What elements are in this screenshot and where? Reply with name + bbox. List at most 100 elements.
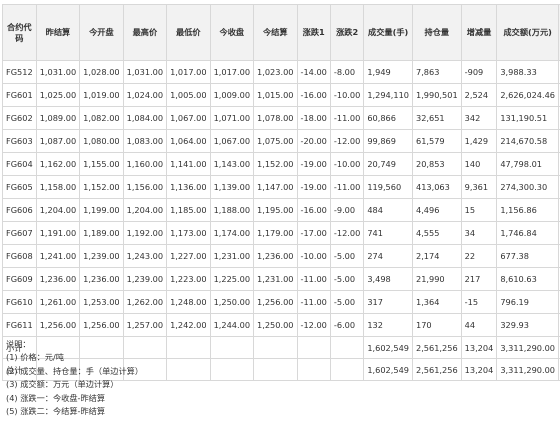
table-cell: 131,190.51 [496, 106, 560, 130]
table-cell: 1,017.00 [209, 60, 255, 84]
table-cell: 4,496 [411, 198, 462, 222]
table-cell [296, 358, 331, 381]
table-cell: 2,174 [411, 244, 462, 268]
table-cell: 1,256.00 [253, 290, 298, 314]
column-header: 成交量(手) [363, 4, 413, 61]
note-line: (3) 成交额：万元（单边计算） [6, 379, 119, 390]
table-cell: 1,429 [460, 129, 498, 153]
column-header: 合约代码 [2, 4, 37, 61]
table-cell: -10.00 [296, 244, 331, 268]
table-cell: 170 [411, 313, 462, 337]
table-cell [296, 336, 331, 359]
table-cell: 1,250.00 [209, 290, 255, 314]
table-cell: 1,147.00 [253, 175, 298, 199]
table-body: FG512 1,031.00 1,028.00 1,031.00 1,017.00 1,0… [2, 60, 560, 381]
table-cell: -12.00 [329, 129, 365, 153]
table-cell: 21,990 [411, 267, 462, 291]
table-cell: 677.38 [496, 244, 560, 268]
table-cell [209, 336, 255, 359]
table-cell: -19.00 [296, 175, 331, 199]
table-cell: 3,311,290.00 [496, 358, 560, 381]
table-cell: 1,256.00 [35, 313, 81, 337]
table-cell: 119,560 [363, 175, 413, 199]
table-cell: FG606 [2, 198, 37, 222]
table-cell: 1,239.00 [122, 267, 168, 291]
table-cell: -11.00 [329, 175, 365, 199]
table-cell: 342 [460, 106, 498, 130]
column-header: 增减量 [460, 4, 498, 61]
table-cell: FG604 [2, 152, 37, 176]
table-cell: 2,626,024.46 [496, 83, 560, 107]
table-cell: 1,143.00 [209, 152, 255, 176]
table-cell: 3,988.33 [496, 60, 560, 84]
table-cell: -9.00 [329, 198, 365, 222]
table-cell: 1,191.00 [35, 221, 81, 245]
table-cell: 1,031.00 [35, 60, 81, 84]
table-cell [166, 358, 211, 381]
column-header: 最高价 [122, 4, 168, 61]
table-cell: 22 [460, 244, 498, 268]
table-row: FG607 1,191.00 1,189.00 1,192.00 1,173.00 1,1… [2, 221, 560, 245]
note-line: (1) 价格：元/吨 [6, 352, 64, 363]
table-cell: -20.00 [296, 129, 331, 153]
table-cell: FG603 [2, 129, 37, 153]
table-cell: 20,853 [411, 152, 462, 176]
table-cell: 1,244.00 [209, 313, 255, 337]
notes-title: 说明： [6, 339, 31, 349]
table-cell: 9,361 [460, 175, 498, 199]
table-cell: -19.00 [296, 152, 331, 176]
table-cell: 1,241.00 [35, 244, 81, 268]
table-cell: 329.93 [496, 313, 560, 337]
table-cell: 1,294,110 [363, 83, 413, 107]
table-cell: 1,071.00 [209, 106, 255, 130]
table-cell: 32,651 [411, 106, 462, 130]
table-cell: -8.00 [329, 60, 365, 84]
table-cell: -5.00 [329, 290, 365, 314]
table-cell: -14.00 [296, 60, 331, 84]
settlement-table: 合约代码 昨结算 今开盘 最高价 最低价 今收盘 今结算 涨跌1 涨跌2 成交量(手) 持仓量 增减量… [2, 4, 560, 381]
table-cell: 1,204.00 [122, 198, 168, 222]
table-cell: 3,498 [363, 267, 413, 291]
table-cell: 484 [363, 198, 413, 222]
table-cell: 1,162.00 [35, 152, 81, 176]
table-cell: 1,067.00 [209, 129, 255, 153]
table-cell: 44 [460, 313, 498, 337]
table-cell: 1,199.00 [79, 198, 124, 222]
table-cell [253, 358, 298, 381]
table-cell: -11.00 [296, 267, 331, 291]
table-cell: 1,239.00 [79, 244, 124, 268]
table-cell: FG607 [2, 221, 37, 245]
table-cell: -11.00 [296, 290, 331, 314]
table-cell: 4,555 [411, 221, 462, 245]
table-cell: 1,158.00 [35, 175, 81, 199]
table-cell: 1,087.00 [35, 129, 81, 153]
table-cell: 1,174.00 [209, 221, 255, 245]
table-cell: 1,005.00 [166, 83, 211, 107]
column-header: 今开盘 [79, 4, 124, 61]
table-cell: 13,204 [460, 336, 498, 359]
table-cell: 1,067.00 [166, 106, 211, 130]
table-cell: 1,080.00 [79, 129, 124, 153]
table-cell: 1,017.00 [166, 60, 211, 84]
table-cell: 8,610.63 [496, 267, 560, 291]
table-cell: 1,084.00 [122, 106, 168, 130]
table-cell: 1,204.00 [35, 198, 81, 222]
notes: 说明： (1) 价格：元/吨 (2) 成交量、持仓量：手（单边计算） (3) 成… [6, 338, 143, 418]
table-cell: 1,031.00 [122, 60, 168, 84]
table-cell: 1,225.00 [209, 267, 255, 291]
table-cell: 1,024.00 [122, 83, 168, 107]
table-cell: FG512 [2, 60, 37, 84]
table-cell: 1,152.00 [79, 175, 124, 199]
table-cell: -15 [460, 290, 498, 314]
table-cell: FG602 [2, 106, 37, 130]
table-cell: -16.00 [296, 83, 331, 107]
table-cell: 1,949 [363, 60, 413, 84]
table-cell: 1,075.00 [253, 129, 298, 153]
table-cell: 741 [363, 221, 413, 245]
table-cell: -12.00 [296, 313, 331, 337]
table-cell: -12.00 [329, 221, 365, 245]
table-cell: 1,078.00 [253, 106, 298, 130]
table-row: FG606 1,204.00 1,199.00 1,204.00 1,185.00 1,1… [2, 198, 560, 222]
page: 合约代码 昨结算 今开盘 最高价 最低价 今收盘 今结算 涨跌1 涨跌2 成交量(手) 持仓量 增减量… [0, 0, 560, 422]
table-row: FG605 1,158.00 1,152.00 1,156.00 1,136.00 1,1… [2, 175, 560, 199]
